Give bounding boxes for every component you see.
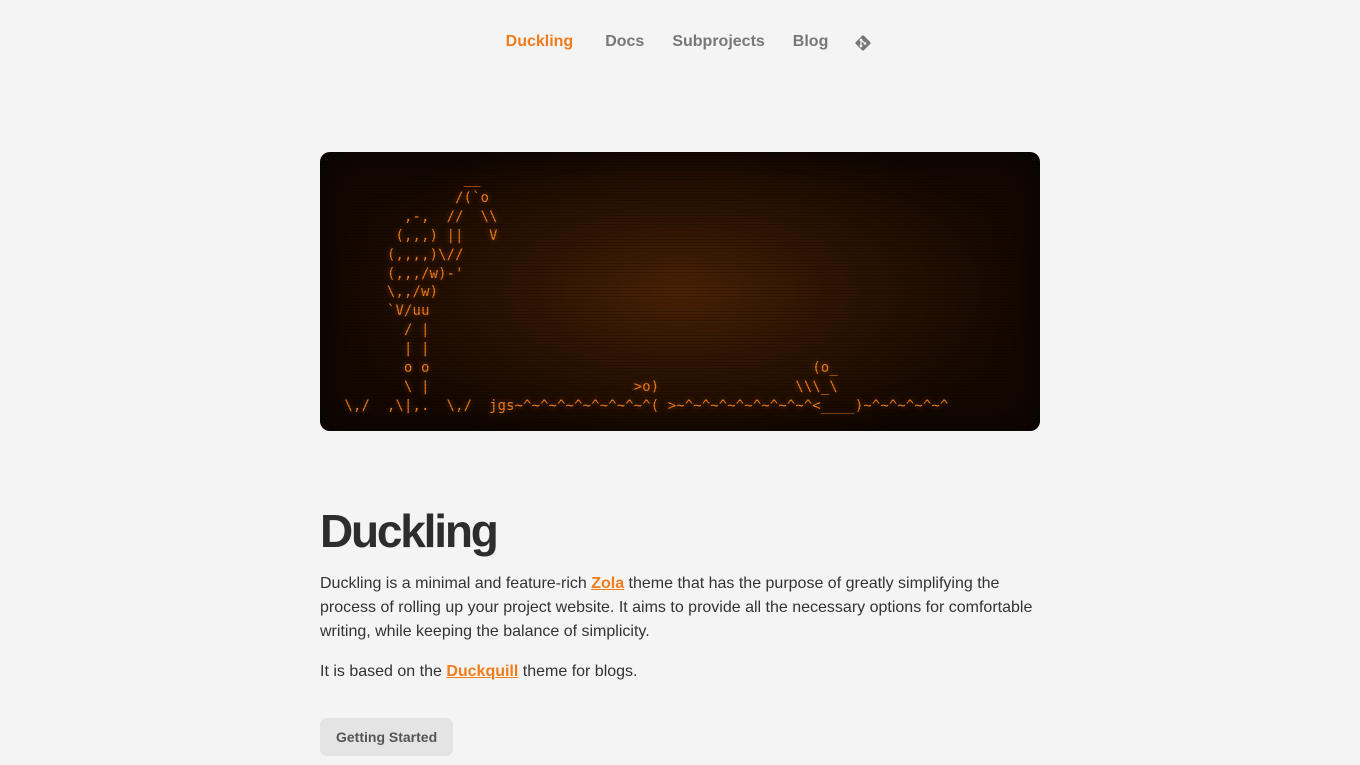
based-on-paragraph: It is based on the Duckquill theme for b… [320, 660, 1040, 684]
zola-link[interactable]: Zola [591, 575, 624, 592]
hero-banner: __ /(`o ,-, // \\ (,,,) || V (,,,,)\// (… [320, 152, 1040, 431]
getting-started-button[interactable]: Getting Started [320, 718, 454, 756]
duckquill-link[interactable]: Duckquill [446, 663, 518, 680]
page-title: Duckling [320, 505, 499, 557]
nav-links: Duckling Docs Subprojects Blog [492, 33, 873, 51]
nav-item-docs[interactable]: Docs [605, 33, 644, 51]
nav-brand-link[interactable]: Duckling [506, 33, 574, 51]
intro-text-before: Duckling is a minimal and feature-rich [320, 575, 592, 592]
intro-paragraph: Duckling is a minimal and feature-rich Z… [320, 572, 1040, 644]
based-text-before: It is based on the [320, 663, 447, 680]
duck-ascii-art: __ /(`o ,-, // \\ (,,,) || V (,,,,)\// (… [344, 171, 949, 414]
nav-item-blog[interactable]: Blog [793, 33, 829, 51]
top-nav: Duckling Docs Subprojects Blog [0, 0, 1360, 84]
based-text-after: theme for blogs. [518, 663, 638, 680]
nav-item-subprojects[interactable]: Subprojects [672, 33, 764, 51]
git-icon[interactable] [854, 34, 872, 52]
main-content: Duckling Duckling is a minimal and featu… [320, 500, 1040, 684]
